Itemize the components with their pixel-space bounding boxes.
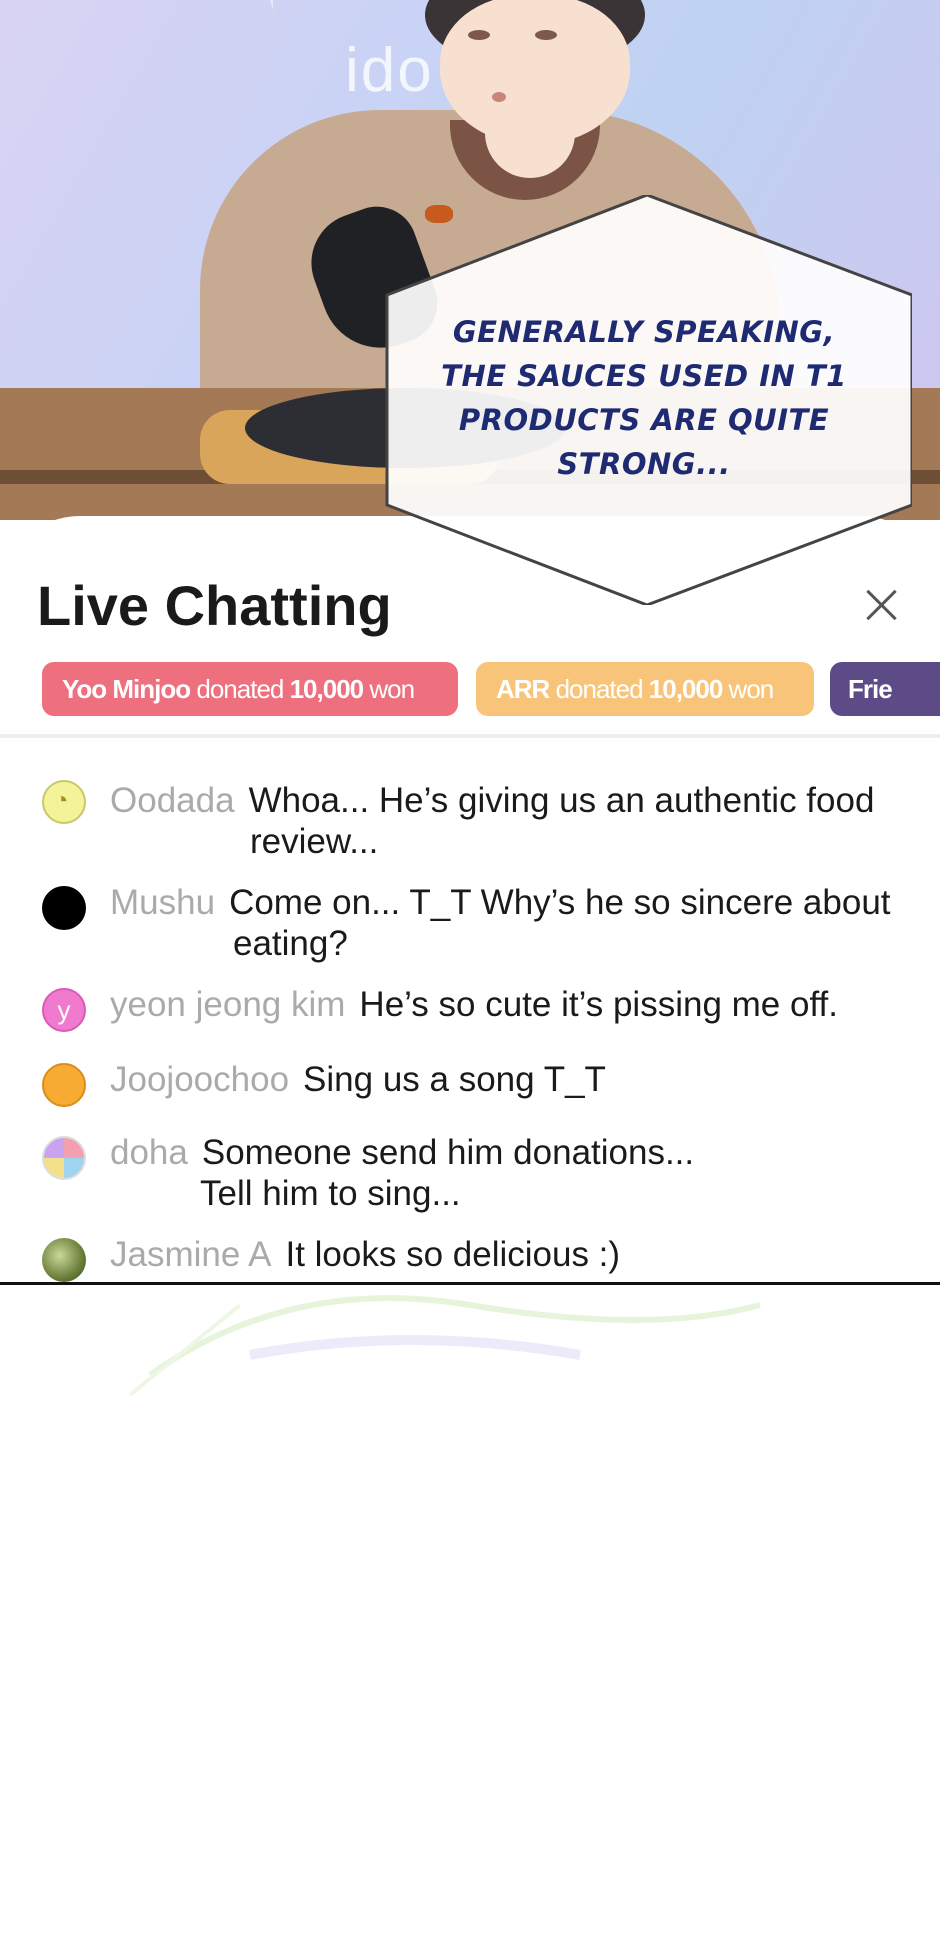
chat-username[interactable]: Jasmine A <box>110 1235 271 1274</box>
speech-line: PRODUCTS ARE QUITE <box>458 403 830 437</box>
donation-strip[interactable]: Yoo Minjoo donated 10,000 won ARR donate… <box>0 662 940 718</box>
avatar[interactable] <box>42 1063 86 1107</box>
donation-verb: donated <box>190 674 290 704</box>
chat-message-text: Joojoochoo Sing us a song T_T <box>110 1059 900 1100</box>
avatar[interactable] <box>42 886 86 930</box>
chat-message-body: Someone send him donations... <box>201 1133 695 1172</box>
character-face <box>440 0 630 145</box>
speech-line: GENERALLY SPEAKING, <box>452 315 836 349</box>
live-chat-title: Live Chatting <box>37 574 392 637</box>
donor-name: Yoo Minjoo <box>62 674 191 704</box>
chat-username[interactable]: Joojoochoo <box>110 1060 289 1099</box>
character-right-eye <box>535 30 557 40</box>
chat-message-text: Oodada Whoa... He’s giving us an authenti… <box>110 780 900 862</box>
avatar[interactable] <box>42 780 86 824</box>
donation-pill[interactable]: ARR donated 10,000 won <box>476 662 814 716</box>
avatar[interactable]: y <box>42 988 86 1032</box>
donation-pill[interactable]: Yoo Minjoo donated 10,000 won <box>42 662 458 716</box>
chat-message-body: It looks so delicious :) <box>285 1235 621 1274</box>
chat-message-body: Whoa... He’s giving us an authentic food <box>248 781 875 820</box>
chat-message-continuation: review... <box>250 822 379 861</box>
donation-amount: 10,000 <box>289 674 365 704</box>
chat-message-body: Come on... T_T Why’s he so sincere about <box>229 883 891 922</box>
chat-message-continuation: eating? <box>233 924 348 963</box>
logo-text: ido <box>345 36 434 105</box>
donation-amount: 10,000 <box>648 674 724 704</box>
donation-unit: won <box>363 674 415 704</box>
avatar[interactable] <box>42 1136 86 1180</box>
speech-line: THE SAUCES USED IN T1 <box>441 359 847 393</box>
divider <box>0 734 940 738</box>
character-left-eye <box>468 30 490 40</box>
chat-message-body: He’s so cute it’s pissing me off. <box>359 985 838 1024</box>
chat-message-text: Jasmine A It looks so delicious :) <box>110 1234 900 1275</box>
speech-bubble-text: GENERALLY SPEAKING, THE SAUCES USED IN T… <box>424 310 864 486</box>
donation-pill[interactable]: Frie <box>830 662 940 716</box>
background-decoration <box>128 1295 761 1397</box>
character-mouth <box>492 92 506 102</box>
chat-username[interactable]: doha <box>110 1133 188 1172</box>
donation-verb: donated <box>549 674 649 704</box>
avatar-letter: y <box>57 995 71 1025</box>
chat-message-text: yeon jeong kim He’s so cute it’s pissing … <box>110 984 900 1025</box>
donation-unit: won <box>722 674 775 704</box>
chat-message-continuation: Tell him to sing... <box>200 1174 461 1213</box>
chat-message-body: Sing us a song T_T <box>303 1060 606 1099</box>
avatar[interactable] <box>42 1238 86 1282</box>
speech-bubble: GENERALLY SPEAKING, THE SAUCES USED IN T… <box>382 195 912 605</box>
speech-line: STRONG... <box>557 447 731 481</box>
chat-username[interactable]: yeon jeong kim <box>110 985 345 1024</box>
chat-message-text: doha Someone send him donations... Tell h… <box>110 1132 900 1214</box>
chat-username[interactable]: Mushu <box>110 883 215 922</box>
donor-name: ARR <box>496 674 550 704</box>
chat-message-text: Mushu Come on... T_T Why’s he so sincere … <box>110 882 900 964</box>
live-chat-sheet: Live Chatting Yoo Minjoo donated 10,000 … <box>0 516 940 1285</box>
donor-name: Frie <box>848 674 893 704</box>
chat-username[interactable]: Oodada <box>110 781 235 820</box>
